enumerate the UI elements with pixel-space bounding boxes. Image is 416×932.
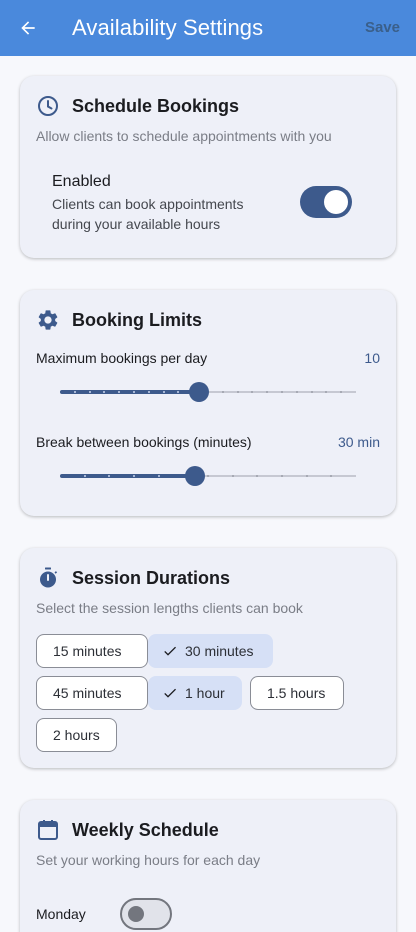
- enabled-label: Enabled: [52, 173, 111, 190]
- slider-tick: [281, 475, 283, 477]
- enabled-toggle[interactable]: [300, 186, 352, 218]
- slider-tick: [73, 391, 76, 393]
- max-bookings-slider[interactable]: [60, 382, 356, 402]
- enabled-description: Clients can book appointments during you…: [52, 196, 244, 232]
- slider-tick: [221, 391, 224, 393]
- card-subtitle: Set your working hours for each day: [36, 852, 261, 868]
- slider-tick: [83, 475, 86, 477]
- page-title: Availability Settings: [72, 15, 264, 40]
- slider-tick: [147, 391, 150, 393]
- max-bookings-value: 10: [364, 350, 380, 366]
- slider-tick: [236, 391, 239, 393]
- break-label: Break between bookings (minutes): [36, 434, 252, 450]
- card-subtitle: Select the session lengths clients can b…: [36, 600, 303, 616]
- chip-label: 15 minutes: [53, 643, 122, 659]
- slider-tick: [88, 391, 91, 393]
- arrow-left-icon: [21, 21, 35, 35]
- card-title: Session Durations: [72, 568, 231, 588]
- chip-15-minutes[interactable]: 15 minutes: [36, 634, 148, 668]
- schedule-bookings-card: Schedule Bookings Allow clients to sched…: [20, 76, 396, 258]
- booking-limits-card: Booking Limits Maximum bookings per day …: [20, 290, 396, 516]
- chip-2-hours[interactable]: 2 hours: [36, 718, 117, 752]
- chip-label: 45 minutes: [53, 685, 122, 701]
- toggle-knob: [128, 906, 144, 922]
- slider-thumb[interactable]: [184, 466, 205, 486]
- slider-tick: [133, 475, 135, 477]
- chip-label: 1 hour: [185, 685, 225, 701]
- chip-1-hour[interactable]: 1 hour: [148, 676, 242, 710]
- check-icon: [161, 642, 179, 660]
- card-title: Booking Limits: [72, 310, 202, 330]
- chip-45-minutes[interactable]: 45 minutes: [36, 676, 148, 710]
- max-bookings-label: Maximum bookings per day: [36, 350, 208, 366]
- toggle-knob: [324, 190, 348, 214]
- slider-thumb[interactable]: [189, 382, 210, 402]
- slider-fill: [60, 474, 195, 478]
- slider-tick: [157, 475, 160, 477]
- check-icon: [161, 684, 179, 702]
- stopwatch-icon: [36, 566, 60, 590]
- clock-icon: [36, 94, 60, 118]
- slider-tick: [207, 475, 209, 477]
- save-button[interactable]: Save: [365, 18, 400, 38]
- slider-tick: [231, 475, 234, 477]
- slider-tick: [305, 475, 308, 477]
- monday-toggle[interactable]: [120, 898, 172, 930]
- chip-label: 30 minutes: [185, 643, 254, 659]
- chip-label: 2 hours: [53, 727, 100, 743]
- weekly-schedule-card: Weekly Schedule Set your working hours f…: [20, 800, 396, 932]
- app-bar: Availability Settings Save: [0, 0, 416, 56]
- card-title: Weekly Schedule: [72, 820, 219, 840]
- card-title: Schedule Bookings: [72, 96, 240, 116]
- calendar-icon: [36, 818, 60, 842]
- slider-tick: [133, 391, 135, 393]
- session-durations-card: Session Durations Select the session len…: [20, 548, 396, 768]
- back-button[interactable]: [14, 14, 42, 42]
- day-label-monday: Monday: [36, 906, 86, 922]
- slider-tick: [295, 391, 298, 393]
- slider-tick: [162, 391, 165, 393]
- chip-30-minutes[interactable]: 30 minutes: [148, 634, 273, 668]
- chip-label: 1.5 hours: [267, 685, 326, 701]
- chip-1-5-hours[interactable]: 1.5 hours: [250, 676, 344, 710]
- card-subtitle: Allow clients to schedule appointments w…: [36, 128, 332, 144]
- gear-icon: [36, 308, 60, 332]
- break-slider[interactable]: [60, 466, 356, 486]
- slider-tick: [310, 391, 313, 393]
- slider-tick: [281, 391, 283, 393]
- break-value: 30 min: [337, 434, 380, 450]
